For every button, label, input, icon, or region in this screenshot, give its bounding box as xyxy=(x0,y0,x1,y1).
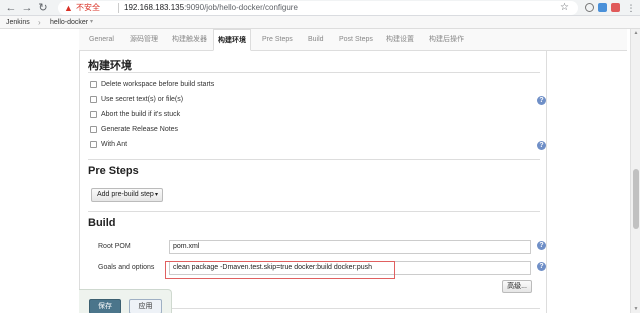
option-label: Delete workspace before build starts xyxy=(101,81,215,88)
warning-icon: ▲ xyxy=(64,3,73,13)
breadcrumb-dropdown-icon[interactable]: ▾ xyxy=(90,16,93,29)
tab-general[interactable]: General xyxy=(89,29,114,51)
browser-toolbar: ← → ↻ ▲ 不安全 192.168.183.135:9090/job/hel… xyxy=(0,0,640,16)
address-bar[interactable]: ▲ 不安全 192.168.183.135:9090/job/hello-doc… xyxy=(58,1,578,15)
scroll-down-icon[interactable]: ▼ xyxy=(631,305,640,313)
breadcrumb: Jenkins › hello-docker ▾ xyxy=(0,16,640,29)
config-tabs: General 源码管理 构建触发器 构建环境 Pre Steps Build … xyxy=(79,29,627,51)
apply-button[interactable]: 应用 xyxy=(129,299,162,313)
extension-circle-icon[interactable] xyxy=(585,3,594,12)
option-label: With Ant xyxy=(101,141,128,148)
forward-icon[interactable]: → xyxy=(20,1,34,15)
config-form: 构建环境 Delete workspace before build start… xyxy=(79,51,547,313)
checkbox[interactable] xyxy=(90,141,97,148)
address-separator xyxy=(118,3,119,13)
option-label: Generate Release Notes xyxy=(101,126,179,133)
breadcrumb-separator-icon: › xyxy=(38,18,41,27)
more-menu-icon[interactable]: ⋮ xyxy=(624,1,638,15)
help-icon[interactable]: ? xyxy=(537,241,546,250)
tab-post-build-actions[interactable]: 构建后操作 xyxy=(429,29,464,51)
tab-build-environment[interactable]: 构建环境 xyxy=(213,29,251,51)
tab-post-steps[interactable]: Post Steps xyxy=(339,29,373,51)
checkbox[interactable] xyxy=(90,81,97,88)
breadcrumb-jenkins[interactable]: Jenkins xyxy=(6,16,30,29)
root-pom-input[interactable]: pom.xml xyxy=(169,240,531,254)
checkbox[interactable] xyxy=(90,111,97,118)
section-divider xyxy=(88,72,540,73)
url-host: 192.168.183.135 xyxy=(124,3,185,12)
bookmark-star-icon[interactable]: ☆ xyxy=(560,1,569,15)
extension-blue-icon[interactable] xyxy=(598,3,607,12)
section-divider xyxy=(88,159,540,160)
tab-scm[interactable]: 源码管理 xyxy=(130,29,158,51)
help-icon[interactable]: ? xyxy=(537,262,546,271)
button-label: Add pre-build step xyxy=(97,191,154,198)
section-title-pre-steps: Pre Steps xyxy=(88,165,139,177)
security-label: 不安全 xyxy=(76,3,100,12)
page-scrollbar[interactable]: ▲ ▼ xyxy=(630,29,640,313)
caret-down-icon: ▾ xyxy=(154,192,158,198)
option-label: Abort the build if it's stuck xyxy=(101,111,181,118)
save-bar: 保存 应用 xyxy=(79,289,172,313)
add-pre-build-step-button[interactable]: Add pre-build step ▾ xyxy=(91,188,163,202)
extension-red-icon[interactable] xyxy=(611,3,620,12)
help-icon[interactable]: ? xyxy=(537,96,546,105)
scroll-up-icon[interactable]: ▲ xyxy=(631,29,640,37)
save-button[interactable]: 保存 xyxy=(89,299,121,313)
root-pom-label: Root POM xyxy=(98,243,131,250)
breadcrumb-hello-docker[interactable]: hello-docker xyxy=(50,16,88,29)
option-label: Use secret text(s) or file(s) xyxy=(101,96,184,103)
goals-label: Goals and options xyxy=(98,264,155,271)
tab-build[interactable]: Build xyxy=(308,29,324,51)
url-text[interactable]: 192.168.183.135:9090/job/hello-docker/co… xyxy=(124,2,298,14)
section-title-build-environment: 构建环境 xyxy=(88,60,132,72)
checkbox[interactable] xyxy=(90,126,97,133)
tab-pre-steps[interactable]: Pre Steps xyxy=(262,29,293,51)
back-icon[interactable]: ← xyxy=(4,1,18,15)
annotation-highlight xyxy=(165,261,395,279)
reload-icon[interactable]: ↻ xyxy=(36,1,50,15)
checkbox[interactable] xyxy=(90,96,97,103)
left-margin xyxy=(0,29,78,313)
section-divider xyxy=(88,211,540,212)
scroll-thumb[interactable] xyxy=(633,169,639,229)
section-title-build: Build xyxy=(88,217,116,229)
tab-build-triggers[interactable]: 构建触发器 xyxy=(172,29,207,51)
tab-build-settings[interactable]: 构建设置 xyxy=(386,29,414,51)
help-icon[interactable]: ? xyxy=(537,141,546,150)
advanced-button[interactable]: 高级... xyxy=(502,280,532,293)
url-path: :9090/job/hello-docker/configure xyxy=(184,3,298,12)
